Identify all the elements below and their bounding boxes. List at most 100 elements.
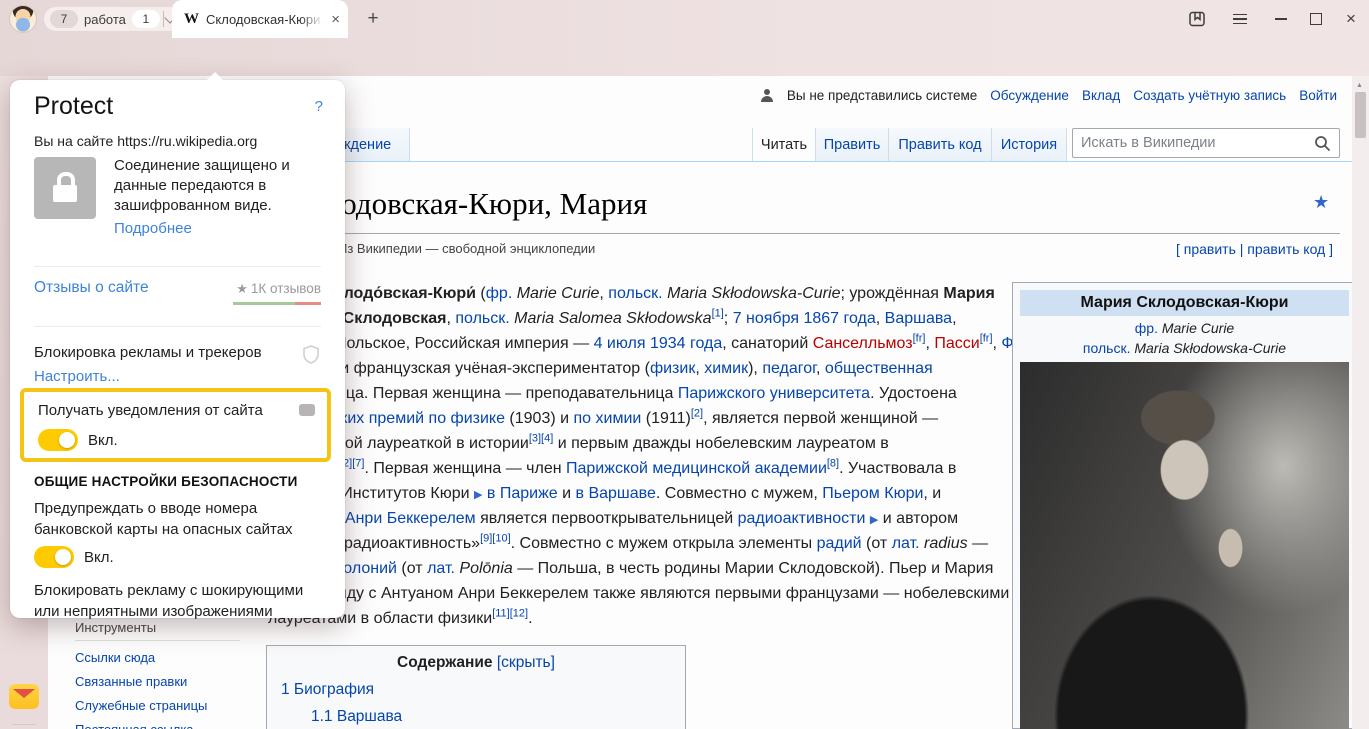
article-link[interactable]: в Варшаве (576, 485, 656, 502)
scrollbar-thumb[interactable] (1355, 92, 1366, 138)
article-text: , является первой женщиной — (703, 410, 938, 427)
tools-special-pages[interactable]: Служебные страницы (75, 698, 240, 713)
article-link[interactable]: Парижского университета (678, 385, 870, 402)
card-warning-toggle[interactable] (34, 546, 74, 568)
notifications-toggle-row: Вкл. (38, 429, 118, 451)
article-line: лауреатами в области физики[11][12]. (268, 606, 1093, 631)
reference-sup[interactable]: [2] (691, 408, 703, 420)
reference-sup[interactable]: [11][12] (492, 608, 528, 620)
article-text: , (925, 335, 934, 352)
tools-whatlinkshere[interactable]: Ссылки сюда (75, 650, 240, 665)
reference-sup[interactable]: [3][4] (529, 433, 553, 445)
article-link[interactable]: Санселльмоз (813, 335, 913, 352)
protect-title: Protect (34, 92, 113, 121)
article-link[interactable]: 1867 года (803, 310, 875, 327)
adblock-label: Блокировка рекламы и трекеров (34, 344, 262, 361)
reference-sup[interactable]: [1] (712, 308, 724, 320)
tools-related-changes[interactable]: Связанные правки (75, 674, 240, 689)
article-line: истории[5][2][7]. Первая женщина — член … (268, 456, 1093, 481)
article-link[interactable]: физик (650, 360, 695, 377)
personal-contribs-link[interactable]: Вклад (1082, 88, 1120, 103)
personal-createaccount-link[interactable]: Создать учётную запись (1133, 88, 1286, 103)
tab-read[interactable]: Читать (752, 128, 816, 161)
article-link[interactable]: педагог (762, 360, 816, 377)
profile-avatar[interactable] (10, 6, 36, 32)
notifications-toggle[interactable] (38, 429, 78, 451)
scroll-up-arrow[interactable]: ▲ (1356, 82, 1363, 89)
tab-history[interactable]: История (991, 128, 1067, 161)
shock-ads-label: Блокировать рекламу с шокирующими или не… (34, 580, 324, 622)
article-link[interactable]: Варшава (885, 310, 952, 327)
browser-window: 7 работа 1 W Склодовская-Кюри, Ма × + × … (0, 0, 1369, 729)
search-icon[interactable] (1314, 135, 1331, 152)
personal-login-link[interactable]: Войти (1299, 88, 1337, 103)
close-button[interactable]: × (1336, 0, 1366, 38)
article-link[interactable]: Парижской медицинской академии (566, 460, 827, 477)
article-link[interactable]: польск. (608, 285, 662, 302)
article-text: . Совместно с мужем, (656, 485, 822, 502)
article-link[interactable]: в Париже (487, 485, 558, 502)
tab-edit[interactable]: Править (815, 128, 889, 161)
article-text: Maria Salomea Skłodowska (510, 310, 712, 327)
article-text: , (816, 360, 825, 377)
details-link[interactable]: Подробнее (114, 220, 192, 237)
article-link[interactable]: польск. (455, 310, 509, 327)
fr-name: Marie Curie (1158, 320, 1234, 336)
maximize-button[interactable] (1301, 0, 1331, 38)
article-line: Саломея Склодовская, польск. Maria Salom… (268, 306, 1093, 331)
article-text: , (952, 310, 956, 327)
article-text: ( (476, 285, 486, 302)
article-link[interactable]: радиоактивности (738, 510, 866, 527)
site-reviews-link[interactable]: Отзывы о сайте (34, 279, 149, 297)
configure-link[interactable]: Настроить... (34, 368, 120, 385)
article-link[interactable]: общественная (825, 360, 933, 377)
toc-hide-link[interactable]: [скрыть] (497, 654, 555, 671)
personal-talk-link[interactable]: Обсуждение (990, 88, 1069, 103)
toc-item-warsaw[interactable]: 1.1 Варшава (311, 708, 685, 726)
article-link[interactable]: 1934 года (650, 335, 722, 352)
tools-permalink[interactable]: Постоянная ссылка (75, 722, 240, 729)
tab-group-badge: 1 (132, 10, 160, 28)
lang-pl-link[interactable]: польск. (1083, 340, 1131, 356)
article-link[interactable]: Пьером Кюри (822, 485, 923, 502)
article-text: , санаторий (722, 335, 812, 352)
lang-fr-link[interactable]: фр. (1135, 320, 1158, 336)
article-line: Царство Польское, Российская империя — 4… (268, 331, 1093, 356)
article-text: . Удостоена (870, 385, 957, 402)
article-link[interactable]: 7 ноября (733, 310, 799, 327)
yandex-mail-icon[interactable] (9, 684, 39, 709)
article-text: ), (748, 360, 762, 377)
tab-close-icon[interactable]: × (331, 11, 340, 28)
article-text: Maria Skłodowska-Curie (663, 285, 841, 302)
new-tab-button[interactable]: + (360, 6, 386, 32)
article-link[interactable]: Пасси (934, 335, 979, 352)
reference-sup[interactable]: [fr] (980, 333, 993, 345)
tab-group[interactable]: 7 работа 1 (44, 7, 182, 31)
article-link[interactable]: фр. (486, 285, 513, 302)
toc-title-row: Содержание [скрыть] (267, 654, 685, 672)
watchlist-star-icon[interactable]: ★ (1313, 192, 1329, 213)
toc-item-biography[interactable]: 1 Биография (281, 681, 685, 699)
article-link[interactable]: лат. (892, 535, 920, 552)
menu-icon[interactable] (1225, 0, 1255, 38)
article-link[interactable]: химик (704, 360, 748, 377)
protect-help-link[interactable]: ? (315, 98, 323, 115)
reference-sup[interactable]: [8] (827, 458, 839, 470)
tab-edit-source[interactable]: Править код (888, 128, 992, 161)
reference-sup[interactable]: [fr] (913, 333, 926, 345)
article-link[interactable]: лат. (427, 560, 455, 577)
section-edit-links[interactable]: [ править | править код ] (1176, 241, 1333, 257)
wiki-search-box[interactable]: Искать в Википедии (1072, 128, 1340, 158)
infobox-polish-name: польск. Maria Skłodowska-Curie (1020, 340, 1349, 356)
minimize-button[interactable] (1266, 0, 1296, 38)
active-tab[interactable]: W Склодовская-Кюри, Ма × (172, 0, 348, 38)
infobox-title: Мария Склодовская-Кюри (1020, 290, 1349, 316)
article-link[interactable]: радий (817, 535, 862, 552)
article-link[interactable]: 4 июля (594, 335, 646, 352)
page-scrollbar[interactable]: ▲ (1352, 76, 1369, 729)
article-line: деятельница. Первая женщина — преподават… (268, 381, 1093, 406)
reference-sup[interactable]: [9][10] (480, 533, 511, 545)
article-text: Мария (943, 285, 994, 302)
article-link[interactable]: по химии (574, 410, 642, 427)
side-panel-icon[interactable] (1182, 0, 1212, 38)
